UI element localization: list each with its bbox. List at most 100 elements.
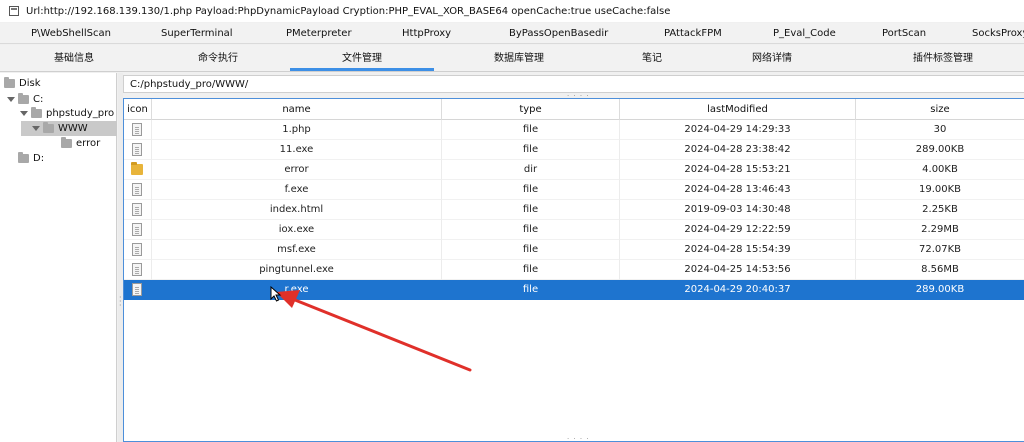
- tree-item-label: phpstudy_pro: [46, 108, 115, 119]
- table-row[interactable]: iox.exe file 2024-04-29 12:22:59 2.29MB: [124, 220, 1024, 240]
- row-type: dir: [442, 160, 620, 180]
- row-type: file: [442, 280, 620, 300]
- table-row[interactable]: 11.exe file 2024-04-28 23:38:42 289.00KB: [124, 140, 1024, 160]
- file-icon: [132, 123, 142, 136]
- expand-chevron-icon[interactable]: [19, 109, 28, 118]
- tree-item-label: error: [76, 138, 101, 149]
- row-icon-cell: [124, 200, 152, 220]
- row-icon-cell: [124, 160, 152, 180]
- row-size: 8.56MB: [856, 260, 1024, 280]
- file-icon: [132, 183, 142, 196]
- row-name: f.exe: [152, 180, 442, 200]
- row-last-modified: 2024-04-28 23:38:42: [620, 140, 856, 160]
- tab-socksproxy[interactable]: SocksProxy: [972, 23, 1024, 44]
- tab-p-eval-code[interactable]: P_Eval_Code: [773, 23, 836, 44]
- table-row[interactable]: 1.php file 2024-04-29 14:29:33 30: [124, 120, 1024, 140]
- row-size: 289.00KB: [856, 280, 1024, 300]
- tab-basic-info[interactable]: 基础信息: [54, 45, 94, 72]
- function-tab-bar: 基础信息 命令执行 文件管理 数据库管理 笔记 网络详情 插件标签管理: [0, 45, 1024, 72]
- row-name: pingtunnel.exe: [152, 260, 442, 280]
- tree-item-label: WWW: [58, 123, 88, 134]
- table-row[interactable]: error dir 2024-04-28 15:53:21 4.00KB: [124, 160, 1024, 180]
- path-input[interactable]: [124, 76, 1024, 92]
- table-header: icon name type lastModified size: [124, 99, 1024, 120]
- row-name: iox.exe: [152, 220, 442, 240]
- splitter-grip-icon: · · ·: [119, 293, 122, 310]
- row-type: file: [442, 240, 620, 260]
- file-icon: [132, 143, 142, 156]
- folder-icon: [31, 107, 42, 118]
- folder-icon: [61, 137, 72, 148]
- tab-webshellscan[interactable]: P\WebShellScan: [31, 23, 111, 44]
- tree-item-www[interactable]: WWW: [21, 121, 117, 136]
- row-last-modified: 2019-09-03 14:30:48: [620, 200, 856, 220]
- tab-pattackfpm[interactable]: PAttackFPM: [664, 23, 722, 44]
- directory-tree: Disk C: phpstudy_pro WWW error D:: [0, 73, 117, 442]
- row-name: r.exe: [152, 280, 442, 300]
- tab-bypassopenbasedir[interactable]: ByPassOpenBasedir: [509, 23, 608, 44]
- tree-item-phpstudy-pro[interactable]: phpstudy_pro: [19, 106, 114, 121]
- row-icon-cell: [124, 140, 152, 160]
- file-icon: [132, 203, 142, 216]
- file-icon: [132, 283, 142, 296]
- tab-notes[interactable]: 笔记: [642, 45, 662, 72]
- tree-item-disk[interactable]: Disk: [4, 76, 40, 91]
- column-header-lastmodified[interactable]: lastModified: [620, 99, 856, 120]
- tab-httpproxy[interactable]: HttpProxy: [402, 23, 451, 44]
- table-row[interactable]: pingtunnel.exe file 2024-04-25 14:53:56 …: [124, 260, 1024, 280]
- tab-database-manager[interactable]: 数据库管理: [494, 45, 544, 72]
- column-header-size[interactable]: size: [856, 99, 1024, 120]
- path-bar: [123, 75, 1024, 93]
- tab-network-details[interactable]: 网络详情: [752, 45, 792, 72]
- column-header-icon[interactable]: icon: [124, 99, 152, 120]
- tree-item-label: D:: [33, 153, 45, 164]
- row-last-modified: 2024-04-28 15:53:21: [620, 160, 856, 180]
- row-last-modified: 2024-04-25 14:53:56: [620, 260, 856, 280]
- tab-superterminal[interactable]: SuperTerminal: [161, 23, 233, 44]
- window-title: Url:http://192.168.139.130/1.php Payload…: [26, 5, 671, 17]
- column-header-name[interactable]: name: [152, 99, 442, 120]
- tab-command-exec[interactable]: 命令执行: [198, 45, 238, 72]
- row-size: 2.25KB: [856, 200, 1024, 220]
- table-grip-icon: · · · ·: [567, 435, 590, 442]
- row-type: file: [442, 200, 620, 220]
- row-last-modified: 2024-04-29 14:29:33: [620, 120, 856, 140]
- file-table: icon name type lastModified size 1.php f…: [123, 98, 1024, 442]
- table-row[interactable]: f.exe file 2024-04-28 13:46:43 19.00KB: [124, 180, 1024, 200]
- mouse-cursor-icon: [270, 286, 282, 302]
- row-size: 289.00KB: [856, 140, 1024, 160]
- row-name: index.html: [152, 200, 442, 220]
- row-icon-cell: [124, 280, 152, 300]
- row-icon-cell: [124, 240, 152, 260]
- row-size: 4.00KB: [856, 160, 1024, 180]
- row-icon-cell: [124, 120, 152, 140]
- tree-item-d[interactable]: D:: [18, 151, 44, 166]
- tree-item-error[interactable]: error: [61, 136, 100, 151]
- row-last-modified: 2024-04-29 12:22:59: [620, 220, 856, 240]
- tab-plugin-tag-manager[interactable]: 插件标签管理: [913, 45, 973, 72]
- row-type: file: [442, 220, 620, 240]
- row-icon-cell: [124, 260, 152, 280]
- row-type: file: [442, 180, 620, 200]
- row-last-modified: 2024-04-29 20:40:37: [620, 280, 856, 300]
- tab-pmeterpreter[interactable]: PMeterpreter: [286, 23, 352, 44]
- file-icon: [132, 243, 142, 256]
- tab-portscan[interactable]: PortScan: [882, 23, 926, 44]
- row-last-modified: 2024-04-28 15:54:39: [620, 240, 856, 260]
- table-row[interactable]: index.html file 2019-09-03 14:30:48 2.25…: [124, 200, 1024, 220]
- app-icon: [8, 5, 20, 17]
- column-header-type[interactable]: type: [442, 99, 620, 120]
- row-size: 30: [856, 120, 1024, 140]
- table-row[interactable]: msf.exe file 2024-04-28 15:54:39 72.07KB: [124, 240, 1024, 260]
- active-tab-indicator: [290, 68, 434, 71]
- expand-chevron-icon[interactable]: [6, 95, 15, 104]
- row-icon-cell: [124, 180, 152, 200]
- file-icon: [132, 223, 142, 236]
- folder-icon: [18, 93, 29, 104]
- folder-icon: [43, 122, 54, 133]
- folder-icon: [131, 162, 143, 175]
- tree-item-c[interactable]: C:: [6, 92, 43, 107]
- table-row-selected[interactable]: r.exe file 2024-04-29 20:40:37 289.00KB: [124, 280, 1024, 300]
- expand-chevron-icon[interactable]: [31, 124, 40, 133]
- row-size: 72.07KB: [856, 240, 1024, 260]
